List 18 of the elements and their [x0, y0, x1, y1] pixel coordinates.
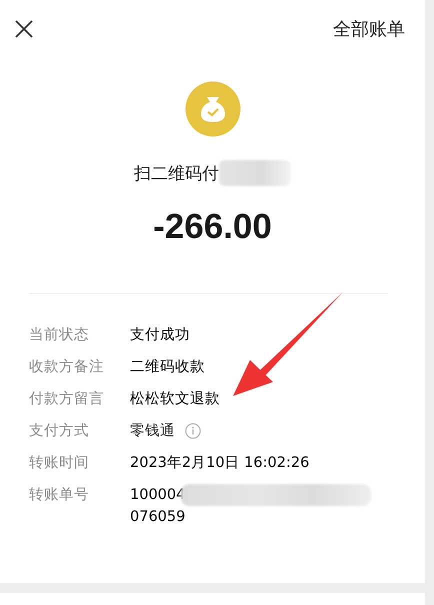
field-label: 转账时间 — [29, 454, 90, 473]
field-value: 零钱通 — [130, 422, 175, 441]
field-value: 支付成功 — [130, 326, 191, 345]
field-value: 100004 — [130, 486, 186, 505]
amount: -266.00 — [153, 207, 272, 247]
field-value: 二维码收款 — [130, 358, 206, 377]
field-label: 收款方备注 — [29, 358, 105, 377]
transaction-title: 扫二维码付 — [134, 162, 219, 184]
field-label: 付款方留言 — [29, 390, 105, 409]
money-bag-icon — [184, 81, 240, 137]
field-value: 松松软文退款 — [130, 390, 221, 409]
field-label: 支付方式 — [29, 422, 90, 441]
all-bills-link[interactable]: 全部账单 — [333, 17, 405, 41]
close-icon[interactable] — [14, 19, 34, 39]
field-label: 当前状态 — [29, 326, 90, 345]
field-value: 2023年2月10日 16:02:26 — [130, 454, 310, 473]
field-value: 076059 — [130, 508, 186, 527]
field-label: 转账单号 — [29, 486, 90, 505]
